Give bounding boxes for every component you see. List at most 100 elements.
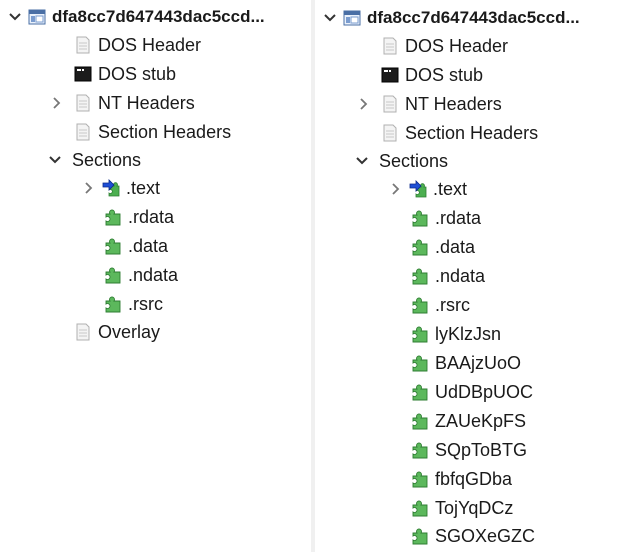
green-puzzle-piece-icon [411,470,429,488]
document-page-icon [74,94,92,112]
section-item-zauekpfs[interactable]: ZAUeKpFS [411,408,526,434]
section-label: .rsrc [128,294,163,314]
document-page-icon [381,37,399,55]
section-item-baajzuoo[interactable]: BAAjzUoO [411,350,521,376]
tree-root-node[interactable]: dfa8cc7d647443dac5ccd... [323,5,580,31]
section-item-text[interactable]: .text [82,175,160,201]
document-page-icon [74,323,92,341]
root-file-label: dfa8cc7d647443dac5ccd... [52,7,265,26]
section-item-ndata[interactable]: .ndata [104,262,178,288]
chevron-down-icon[interactable] [355,154,369,168]
tree-item-section-headers[interactable]: Section Headers [381,120,538,146]
section-label: .rdata [128,207,175,227]
chevron-right-icon[interactable] [357,97,371,111]
section-label: ZAUeKpFS [435,411,527,431]
section-label: .data [128,236,169,256]
green-puzzle-piece-icon [411,527,429,545]
blue-arrow-entry-icon [409,180,427,198]
left-tree-pane: dfa8cc7d647443dac5ccd... DOS Header DOS … [0,0,311,552]
tree-item-section-headers[interactable]: Section Headers [74,119,231,145]
tree-item-overlay[interactable]: Overlay [74,319,160,345]
green-puzzle-piece-icon [104,208,122,226]
section-item-text[interactable]: .text [389,176,467,202]
tree-item-nt-headers[interactable]: NT Headers [50,90,195,116]
green-puzzle-piece-icon [104,266,122,284]
green-puzzle-piece-icon [104,295,122,313]
section-label: .rsrc [435,295,470,315]
chevron-down-icon[interactable] [8,10,22,24]
section-item-rdata[interactable]: .rdata [411,205,481,231]
executable-file-icon [28,8,46,26]
green-puzzle-piece-icon [411,267,429,285]
chevron-right-icon[interactable] [82,181,96,195]
tree-item-label: Section Headers [405,123,539,143]
section-item-fbfqgdba[interactable]: fbfqGDba [411,466,512,492]
tree-item-label: NT Headers [98,93,195,113]
green-puzzle-piece-icon [411,238,429,256]
section-item-sgoxegzc[interactable]: SGOXeGZC [411,523,535,549]
green-puzzle-piece-icon [411,499,429,517]
section-label: .text [433,179,468,199]
tree-item-dos-header[interactable]: DOS Header [381,33,508,59]
green-puzzle-piece-icon [411,325,429,343]
tree-item-dos-stub[interactable]: DOS stub [74,61,176,87]
green-puzzle-piece-icon [411,296,429,314]
section-item-rsrc[interactable]: .rsrc [104,291,163,317]
section-item-ndata[interactable]: .ndata [411,263,485,289]
section-item-rdata[interactable]: .rdata [104,204,174,230]
console-window-icon [74,65,92,83]
chevron-down-icon[interactable] [323,11,337,25]
root-file-label: dfa8cc7d647443dac5ccd... [367,8,580,27]
green-puzzle-piece-icon [411,209,429,227]
tree-item-sections[interactable]: Sections [355,148,448,174]
tree-root-node[interactable]: dfa8cc7d647443dac5ccd... [8,4,265,30]
tree-item-label: DOS Header [405,36,509,56]
section-label: .ndata [435,266,486,286]
tree-item-label: NT Headers [405,94,502,114]
section-label: .ndata [128,265,179,285]
section-label: .text [126,178,161,198]
green-puzzle-piece-icon [411,412,429,430]
document-page-icon [74,123,92,141]
blue-arrow-entry-icon [102,179,120,197]
tree-item-label: DOS stub [405,65,484,85]
section-label: .rdata [435,208,482,228]
document-page-icon [381,95,399,113]
executable-file-icon [343,9,361,27]
section-item-lyklzjsn[interactable]: lyKlzJsn [411,321,501,347]
section-label: TojYqDCz [435,498,514,518]
console-window-icon [381,66,399,84]
tree-item-label: Section Headers [98,122,232,142]
section-item-sqptobtg[interactable]: SQpToBTG [411,437,527,463]
section-label: BAAjzUoO [435,353,522,373]
section-label: UdDBpUOC [435,382,534,402]
tree-item-label: Sections [72,150,142,170]
chevron-right-icon[interactable] [50,96,64,110]
section-label: .data [435,237,476,257]
green-puzzle-piece-icon [411,441,429,459]
tree-item-label: DOS stub [98,64,177,84]
section-item-data[interactable]: .data [104,233,168,259]
tree-item-label: Sections [379,151,449,171]
section-item-tojyqdcz[interactable]: TojYqDCz [411,495,513,521]
section-item-rsrc[interactable]: .rsrc [411,292,470,318]
section-label: SQpToBTG [435,440,528,460]
tree-item-sections[interactable]: Sections [48,147,141,173]
green-puzzle-piece-icon [411,383,429,401]
chevron-down-icon[interactable] [48,153,62,167]
chevron-right-icon[interactable] [389,182,403,196]
tree-item-dos-stub[interactable]: DOS stub [381,62,483,88]
section-label: lyKlzJsn [435,324,502,344]
green-puzzle-piece-icon [411,354,429,372]
green-puzzle-piece-icon [104,237,122,255]
document-page-icon [381,124,399,142]
tree-item-nt-headers[interactable]: NT Headers [357,91,502,117]
tree-item-label: Overlay [98,322,161,342]
section-label: SGOXeGZC [435,526,536,546]
section-label: fbfqGDba [435,469,513,489]
tree-item-dos-header[interactable]: DOS Header [74,32,201,58]
section-item-data[interactable]: .data [411,234,475,260]
section-item-uddbpuoc[interactable]: UdDBpUOC [411,379,533,405]
tree-item-label: DOS Header [98,35,202,55]
right-tree-pane: dfa8cc7d647443dac5ccd... DOS Header DOS … [315,0,628,552]
